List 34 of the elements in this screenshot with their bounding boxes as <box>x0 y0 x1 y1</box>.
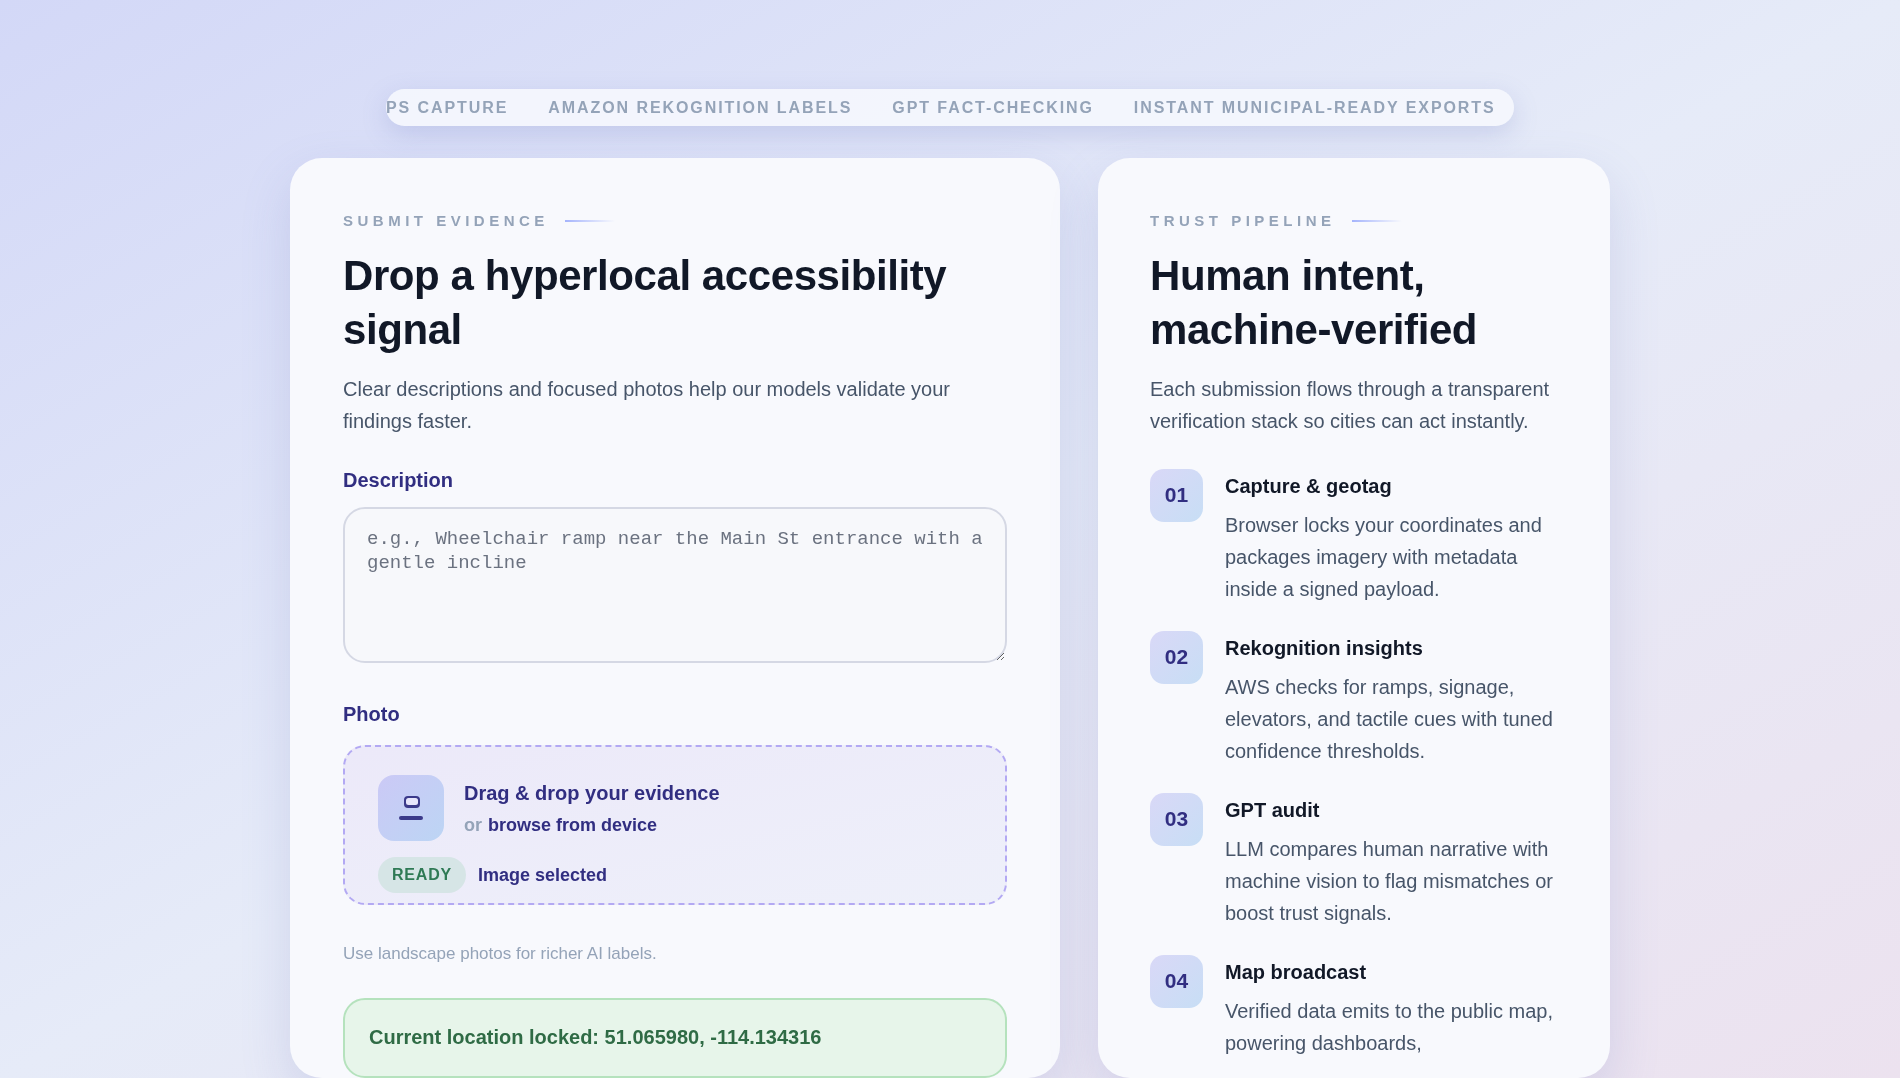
step-text: Verified data emits to the public map, powering dashboards, <box>1225 998 1554 1056</box>
step-number: 04 <box>1150 954 1203 1008</box>
step-text: AWS checks for ramps, signage, elevators, and tactile cues with tuned confidence thresholds. <box>1225 674 1554 764</box>
status-badge: READY <box>378 857 466 894</box>
step-title: Rekognition insights <box>1225 635 1424 661</box>
location-text: Current location locked: 51.065980, -114.134316 <box>369 1026 822 1048</box>
step-text: Browser locks your coordinates and packages imagery with metadata inside a signed payload. <box>1225 512 1543 602</box>
card-heading: Drop a hyperlocal accessibility signal <box>343 250 948 355</box>
browse-link[interactable]: browse from device <box>488 811 658 839</box>
step-title: Map broadcast <box>1225 959 1368 985</box>
status-text: Image selected <box>478 863 608 887</box>
or-text: or <box>464 813 482 837</box>
step-text: LLM compares human narrative with machine vision to flag mismatches or boost trust signals. <box>1225 836 1554 926</box>
step-title: Capture & geotag <box>1225 473 1393 499</box>
feature-label: AMAZON REKOGNITION LABELS <box>548 97 853 118</box>
feature-label: INSTANT MUNICIPAL-READY EXPORTS <box>1133 97 1496 118</box>
step-number: 03 <box>1150 792 1203 846</box>
card-intro: Each submission flows through a transparent verification stack so cities can act instantly. <box>1150 376 1551 434</box>
feature-label: GPT FACT-CHECKING <box>892 97 1094 118</box>
step-number: 01 <box>1150 468 1203 522</box>
card-heading: Human intent, machine-verified <box>1150 250 1479 355</box>
step-title: GPT audit <box>1225 797 1321 823</box>
description-field[interactable]: e.g., Wheelchair ramp near the Main St entrance with a gentle incline <box>343 506 1007 664</box>
card-intro: Clear descriptions and focused photos help our models validate your findings faster. <box>343 376 952 434</box>
feature-label: PS CAPTURE <box>386 97 509 118</box>
section-eyebrow: TRUST PIPELINE <box>1150 211 1336 231</box>
section-eyebrow: SUBMIT EVIDENCE <box>343 211 549 231</box>
field-label: Description <box>343 467 455 493</box>
photo-hint: Use landscape photos for richer AI labels. <box>343 942 658 965</box>
photo-dropzone[interactable]: Drag & drop your evidence or browse from device READY Image selected <box>343 745 1007 905</box>
upload-icon <box>378 775 444 842</box>
step-number: 02 <box>1150 630 1203 684</box>
dropzone-headline: Drag & drop your evidence <box>464 780 720 806</box>
field-label: Photo <box>343 702 401 728</box>
